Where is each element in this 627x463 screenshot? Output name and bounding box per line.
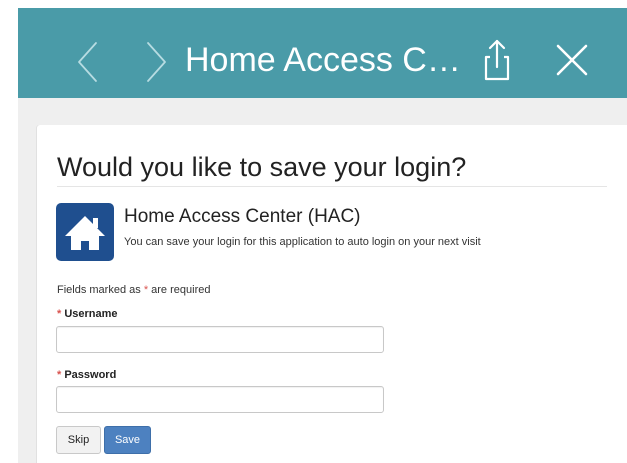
browser-toolbar: Home Access C…: [18, 8, 627, 98]
chevron-left-icon[interactable]: [74, 38, 104, 86]
app-logo: [56, 203, 114, 261]
app-name: Home Access Center (HAC): [124, 206, 361, 227]
share-icon[interactable]: [480, 37, 514, 83]
dialog-heading: Would you like to save your login?: [57, 152, 467, 182]
username-label: * Username: [57, 306, 118, 322]
heading-divider: [57, 186, 607, 187]
skip-button[interactable]: Skip: [56, 426, 101, 454]
required-fields-note: Fields marked as * are required: [57, 282, 210, 298]
app-description: You can save your login for this applica…: [124, 236, 481, 248]
required-note-text: Fields marked as: [57, 284, 144, 296]
username-input[interactable]: [56, 326, 384, 353]
password-label-text: Password: [64, 369, 117, 381]
page-title: Home Access C…: [185, 41, 461, 79]
password-label: * Password: [57, 367, 116, 383]
username-label-text: Username: [64, 308, 118, 320]
save-button[interactable]: Save: [104, 426, 151, 454]
required-star: *: [57, 308, 62, 320]
password-input[interactable]: [56, 386, 384, 413]
required-note-text-end: are required: [148, 284, 211, 296]
home-icon: [65, 216, 105, 250]
required-star: *: [57, 369, 62, 381]
chevron-right-icon[interactable]: [142, 38, 172, 86]
browser-window: Home Access C… Would you like to save yo…: [0, 0, 627, 463]
close-icon[interactable]: [555, 43, 589, 77]
